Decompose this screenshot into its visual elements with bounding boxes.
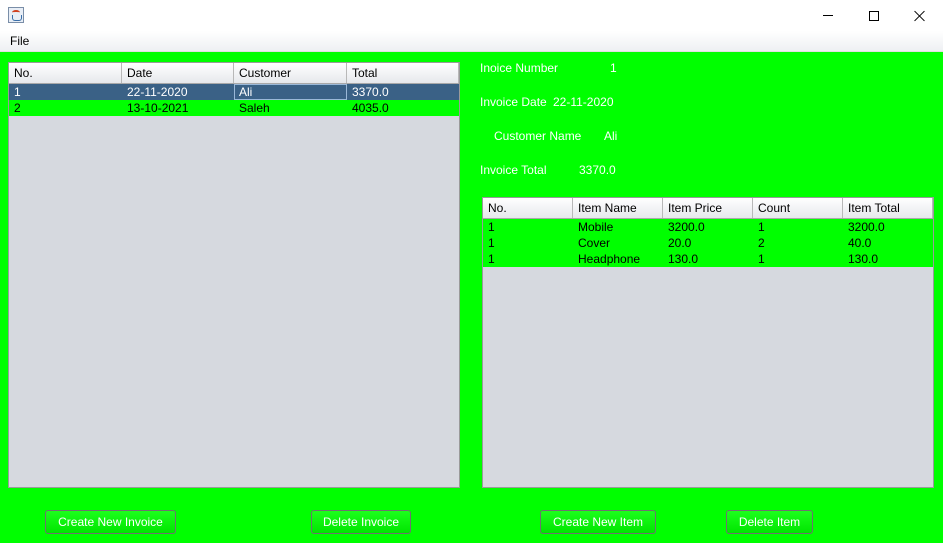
column-header-no[interactable]: No. (9, 63, 122, 83)
menu-bar: File (0, 31, 943, 52)
close-button[interactable] (897, 0, 943, 31)
items-table-header: No. Item Name Item Price Count Item Tota… (483, 198, 933, 219)
java-cup-icon (8, 7, 24, 23)
cell-no: 1 (488, 252, 495, 266)
cell-item-name: Headphone (578, 252, 641, 266)
items-table-body: 1 Mobile 3200.0 1 3200.0 1 Cover 20.0 2 … (483, 219, 933, 267)
column-header-item-total[interactable]: Item Total (843, 198, 933, 218)
cell-item-price: 20.0 (668, 236, 692, 250)
invoices-table-body: 1 22-11-2020 Ali 3370.0 2 13-10-2021 Sal… (9, 84, 459, 116)
cell-date: 13-10-2021 (127, 101, 189, 115)
cell-item-name: Cover (578, 236, 611, 250)
close-icon (914, 10, 926, 22)
invoice-items-table[interactable]: No. Item Name Item Price Count Item Tota… (482, 197, 934, 488)
cell-date: 22-11-2020 (127, 85, 188, 99)
customer-name-label: Customer Name (494, 129, 582, 143)
cell-count: 2 (758, 236, 765, 250)
create-new-invoice-button[interactable]: Create New Invoice (45, 510, 176, 534)
cell-item-total: 40.0 (848, 236, 872, 250)
table-row[interactable]: 1 Mobile 3200.0 1 3200.0 (483, 219, 933, 235)
invoices-table[interactable]: No. Date Customer Total 1 22-11-2020 Ali… (8, 62, 460, 488)
column-header-total[interactable]: Total (347, 63, 459, 83)
invoices-table-header: No. Date Customer Total (9, 63, 459, 84)
customer-name-value: Ali (604, 129, 618, 143)
invoice-total-value: 3370.0 (579, 163, 616, 177)
main-panel: No. Date Customer Total 1 22-11-2020 Ali… (0, 52, 943, 543)
table-row[interactable]: 1 Cover 20.0 2 40.0 (483, 235, 933, 251)
delete-invoice-button[interactable]: Delete Invoice (311, 510, 411, 534)
column-header-date[interactable]: Date (122, 63, 234, 83)
cell-count: 1 (758, 252, 765, 266)
cell-customer: Saleh (239, 101, 270, 115)
table-row[interactable]: 2 13-10-2021 Saleh 4035.0 (9, 100, 459, 116)
cell-item-price: 130.0 (668, 252, 699, 266)
cell-total: 4035.0 (352, 101, 389, 115)
column-header-no[interactable]: No. (483, 198, 573, 218)
column-header-item-name[interactable]: Item Name (573, 198, 663, 218)
cell-item-total: 130.0 (848, 252, 879, 266)
column-header-customer[interactable]: Customer (234, 63, 347, 83)
invoice-total-label: Invoice Total (480, 163, 547, 177)
cell-no: 1 (488, 220, 495, 234)
cell-count: 1 (758, 220, 765, 234)
maximize-icon (869, 10, 879, 21)
cell-no: 1 (488, 236, 495, 250)
maximize-button[interactable] (851, 0, 897, 31)
table-row[interactable]: 1 Headphone 130.0 1 130.0 (483, 251, 933, 267)
column-header-item-price[interactable]: Item Price (663, 198, 753, 218)
cell-no: 2 (14, 101, 21, 115)
minimize-icon (823, 15, 833, 16)
menu-file[interactable]: File (4, 33, 35, 49)
cell-customer: Ali (234, 84, 347, 100)
delete-item-button[interactable]: Delete Item (726, 510, 813, 534)
invoice-date-value: 22-11-2020 (553, 95, 614, 109)
cell-total: 3370.0 (352, 85, 389, 99)
invoice-number-value: 1 (610, 61, 617, 75)
cell-no: 1 (14, 85, 21, 99)
create-new-item-button[interactable]: Create New Item (540, 510, 656, 534)
cell-item-name: Mobile (578, 220, 614, 234)
cell-item-price: 3200.0 (668, 220, 705, 234)
invoice-date-label: Invoice Date (480, 95, 547, 109)
table-row[interactable]: 1 22-11-2020 Ali 3370.0 (9, 84, 459, 100)
title-bar (0, 0, 943, 31)
invoice-number-label: Inoice Number (480, 61, 559, 75)
column-header-count[interactable]: Count (753, 198, 843, 218)
minimize-button[interactable] (805, 0, 851, 31)
cell-item-total: 3200.0 (848, 220, 885, 234)
